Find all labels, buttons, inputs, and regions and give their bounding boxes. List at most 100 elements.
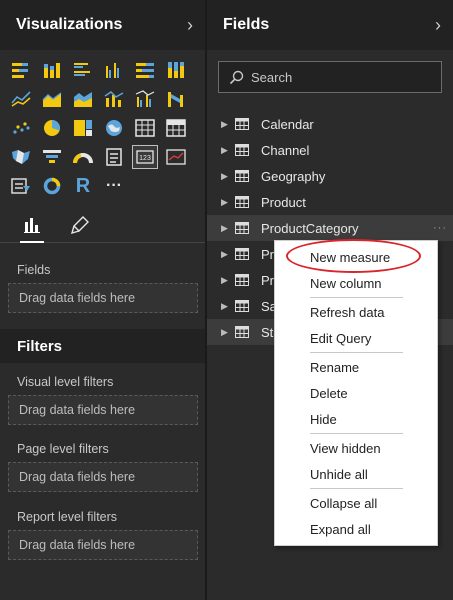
collapse-visualizations-icon[interactable]: › <box>187 15 193 36</box>
stacked-bar-chart-icon[interactable] <box>8 58 34 82</box>
table-name: Calendar <box>261 116 314 132</box>
100-stacked-column-chart-icon[interactable] <box>163 58 189 82</box>
expand-icon[interactable]: ▶ <box>221 145 233 156</box>
table-row[interactable]: ▶ Calendar <box>207 111 453 137</box>
visual-level-drop-zone[interactable]: Drag data fields here <box>8 395 198 425</box>
matrix-icon[interactable] <box>163 116 189 140</box>
table-icon <box>235 326 249 338</box>
table-name: St <box>261 324 274 340</box>
delete-menu-item[interactable]: Delete <box>275 380 437 406</box>
table-name: Pr <box>261 246 274 262</box>
table-icon <box>235 196 249 208</box>
table-name: Pr <box>261 272 274 288</box>
line-chart-icon[interactable] <box>8 87 34 111</box>
view-hidden-menu-item[interactable]: View hidden <box>275 435 437 461</box>
expand-icon[interactable]: ▶ <box>221 119 233 130</box>
gauge-icon[interactable] <box>70 145 96 169</box>
unhide-all-menu-item[interactable]: Unhide all <box>275 461 437 487</box>
visual-gallery: 123 R ··· <box>0 50 205 199</box>
tab-format[interactable] <box>66 208 94 242</box>
refresh-data-menu-item[interactable]: Refresh data <box>275 299 437 325</box>
more-visuals-label: ··· <box>106 177 122 194</box>
collapse-all-menu-item[interactable]: Collapse all <box>275 490 437 516</box>
expand-icon[interactable]: ▶ <box>221 301 233 312</box>
fields-well-icon <box>24 217 40 233</box>
new-column-menu-item[interactable]: New column <box>275 270 437 296</box>
paint-roller-icon <box>70 215 89 234</box>
edit-query-menu-item[interactable]: Edit Query <box>275 325 437 351</box>
expand-icon[interactable]: ▶ <box>221 171 233 182</box>
table-icon[interactable] <box>132 116 158 140</box>
collapse-fields-icon[interactable]: › <box>435 15 441 36</box>
search-icon <box>229 70 244 84</box>
menu-separator <box>310 433 403 434</box>
100-stacked-bar-chart-icon[interactable] <box>132 58 158 82</box>
line-and-stacked-column-icon[interactable] <box>101 87 127 111</box>
table-icon <box>235 274 249 286</box>
table-row[interactable]: ▶ Geography <box>207 163 453 189</box>
filled-map-icon[interactable] <box>8 145 34 169</box>
filters-header: Filters <box>0 329 205 363</box>
r-script-visual-icon[interactable]: R <box>70 174 96 198</box>
visualizations-pane: Visualizations › 123 R ··· Fields Drag d… <box>0 0 207 600</box>
table-name: Channel <box>261 142 310 158</box>
line-and-clustered-column-icon[interactable] <box>132 87 158 111</box>
expand-icon[interactable]: ▶ <box>221 249 233 260</box>
menu-separator <box>310 297 403 298</box>
slicer-icon[interactable] <box>8 174 34 198</box>
rename-menu-item[interactable]: Rename <box>275 354 437 380</box>
area-chart-icon[interactable] <box>39 87 65 111</box>
ribbon-chart-icon[interactable] <box>163 87 189 111</box>
expand-all-menu-item[interactable]: Expand all <box>275 516 437 542</box>
map-icon[interactable] <box>101 116 127 140</box>
stacked-area-chart-icon[interactable] <box>70 87 96 111</box>
table-icon <box>235 170 249 182</box>
expand-icon[interactable]: ▶ <box>221 223 233 234</box>
donut-chart-icon[interactable] <box>39 174 65 198</box>
fields-drop-zone[interactable]: Drag data fields here <box>8 283 198 313</box>
hide-menu-item[interactable]: Hide <box>275 406 437 432</box>
table-name: Product <box>261 194 306 210</box>
scatter-chart-icon[interactable] <box>8 116 34 140</box>
clustered-column-chart-icon[interactable] <box>101 58 127 82</box>
clustered-bar-chart-icon[interactable] <box>70 58 96 82</box>
expand-icon[interactable]: ▶ <box>221 197 233 208</box>
table-row[interactable]: ▶ Channel <box>207 137 453 163</box>
table-icon <box>235 222 249 234</box>
r-script-label: R <box>75 174 91 197</box>
visualizations-header: Visualizations › <box>0 0 205 50</box>
kpi-icon[interactable] <box>163 145 189 169</box>
menu-separator <box>310 352 403 353</box>
search-placeholder: Search <box>251 69 293 85</box>
more-visuals-icon[interactable]: ··· <box>101 174 127 198</box>
context-menu: New measure New column Refresh data Edit… <box>274 240 438 546</box>
funnel-icon[interactable] <box>39 145 65 169</box>
svg-text:123: 123 <box>139 155 151 162</box>
visual-tabs <box>0 207 205 243</box>
table-icon <box>235 144 249 156</box>
page-level-drop-zone[interactable]: Drag data fields here <box>8 462 198 492</box>
page-level-filters-label: Page level filters <box>17 442 109 456</box>
fields-header: Fields › <box>207 0 453 50</box>
search-input[interactable]: Search <box>218 61 442 93</box>
stacked-column-chart-icon[interactable] <box>39 58 65 82</box>
table-icon <box>235 300 249 312</box>
pie-chart-icon[interactable] <box>39 116 65 140</box>
more-options-icon[interactable]: ··· <box>433 222 447 234</box>
table-row[interactable]: ▶ Product <box>207 189 453 215</box>
table-name: Geography <box>261 168 326 184</box>
expand-icon[interactable]: ▶ <box>221 327 233 338</box>
menu-separator <box>310 488 403 489</box>
treemap-icon[interactable] <box>70 116 96 140</box>
expand-icon[interactable]: ▶ <box>221 275 233 286</box>
card-icon[interactable]: 123 <box>132 145 158 169</box>
multi-row-card-icon[interactable] <box>101 145 127 169</box>
table-icon <box>235 248 249 260</box>
tab-fields[interactable] <box>18 208 46 243</box>
table-row[interactable]: ▶ ProductCategory ··· <box>207 215 453 241</box>
fields-title: Fields <box>223 16 270 33</box>
table-name: ProductCategory <box>261 220 359 236</box>
report-level-filters-label: Report level filters <box>17 510 118 524</box>
table-icon <box>235 118 249 130</box>
report-level-drop-zone[interactable]: Drag data fields here <box>8 530 198 560</box>
